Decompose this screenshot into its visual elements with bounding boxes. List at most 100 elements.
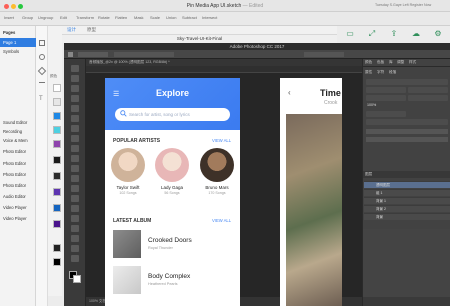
layer-item[interactable]: Photo Editor (0, 147, 36, 156)
album-cover[interactable] (113, 230, 141, 258)
text-tool-icon[interactable]: T (39, 96, 43, 102)
zoom-icon[interactable] (71, 255, 79, 262)
move-icon[interactable] (71, 65, 79, 72)
swatch[interactable] (53, 220, 61, 228)
swatch[interactable] (53, 112, 61, 120)
panel-tab-paragraph[interactable]: 段落 (389, 69, 396, 76)
oval-tool-icon[interactable] (39, 54, 45, 60)
swatch[interactable] (53, 98, 61, 106)
panel-tab-properties[interactable]: 属性 (365, 69, 372, 76)
layer-item[interactable]: Photo Editor (0, 159, 36, 168)
leading-field[interactable] (408, 87, 448, 93)
panel-tab-libraries[interactable]: 库 (389, 59, 393, 66)
move-tool-icon[interactable] (68, 52, 73, 57)
history-brush-icon[interactable] (71, 155, 79, 162)
toolbar-scale[interactable]: Scale (150, 15, 160, 20)
layer-item[interactable]: Sound Editor (0, 118, 36, 127)
panel-tab-swatches[interactable]: 色板 (377, 59, 384, 66)
toolbar-insert[interactable]: Insert (4, 15, 14, 20)
close-button[interactable] (4, 4, 9, 9)
type-icon[interactable] (71, 215, 79, 222)
rectangle-tool-icon[interactable] (39, 40, 45, 46)
swatch[interactable] (53, 188, 61, 196)
crop-icon[interactable] (71, 105, 79, 112)
transform-controls[interactable] (114, 52, 174, 57)
healing-icon[interactable] (71, 125, 79, 132)
mode-3d[interactable] (304, 52, 344, 57)
type-style-buttons[interactable] (366, 129, 448, 134)
export-icon[interactable]: ⇪ (389, 29, 399, 39)
back-chevron-icon[interactable]: ‹ (288, 88, 291, 97)
toolbar-rotate[interactable]: Rotate (98, 15, 110, 20)
auto-select-toggle[interactable] (78, 52, 108, 57)
blur-icon[interactable] (71, 185, 79, 192)
marquee-icon[interactable] (71, 75, 79, 82)
toolbar-ungroup[interactable]: Ungroup (38, 15, 53, 20)
baseline-field[interactable] (366, 111, 406, 117)
panel-tab-adjustments[interactable]: 调整 (397, 59, 404, 66)
eyedropper-icon[interactable] (71, 115, 79, 122)
opentype-buttons[interactable] (366, 137, 448, 142)
color-field[interactable] (366, 119, 448, 125)
gradient-icon[interactable] (71, 175, 79, 182)
layer-item[interactable]: Photo Editor (0, 170, 36, 179)
brush-icon[interactable] (71, 135, 79, 142)
layer-item[interactable]: Video Player (0, 214, 36, 223)
layer-item[interactable]: Video Player (0, 203, 36, 212)
layer-item[interactable]: Photo Editor (0, 181, 36, 190)
tab-prototype[interactable]: 原型 (87, 27, 96, 33)
panel-tab-layers[interactable]: 图层 (365, 171, 372, 178)
mirror-icon[interactable]: ▭ (345, 29, 355, 39)
toolbar-flatten[interactable]: Flatten (115, 15, 127, 20)
panel-tab-character[interactable]: 字符 (377, 69, 384, 76)
font-family-field[interactable] (366, 79, 448, 85)
toolbar-subtract[interactable]: Subtract (182, 15, 197, 20)
artist-card[interactable]: Taylor Swift 102 Songs (109, 148, 147, 195)
swatch[interactable] (53, 204, 61, 212)
toolbar-mask[interactable]: Mask (134, 15, 144, 20)
swatch[interactable] (53, 258, 61, 266)
document-tab[interactable]: 音频播放_@2x @ 100% (透明图层 123, RGB/8#) * (86, 59, 362, 66)
zoom-button[interactable] (18, 4, 23, 9)
swatch[interactable] (53, 244, 61, 252)
layer-row[interactable]: 背景 (364, 213, 450, 220)
layer-row[interactable]: 透明图层 (364, 181, 450, 188)
page-item-symbols[interactable]: Symbols (0, 47, 36, 56)
shape-icon[interactable] (71, 235, 79, 242)
panel-tab-styles[interactable]: 样式 (409, 59, 416, 66)
toolbar-union[interactable]: Union (166, 15, 176, 20)
tab-design[interactable]: 设计 (67, 27, 76, 33)
album-name[interactable]: Crooked Doors (148, 237, 192, 244)
tracking-field[interactable] (366, 95, 406, 101)
stamp-icon[interactable] (71, 145, 79, 152)
search-input[interactable]: Search for artist, song or lyrics (115, 108, 230, 121)
swatch[interactable] (53, 84, 61, 92)
layer-row[interactable]: 背景 2 (364, 205, 450, 212)
path-select-icon[interactable] (71, 225, 79, 232)
lasso-icon[interactable] (71, 85, 79, 92)
swatch[interactable] (53, 156, 61, 164)
page-item-1[interactable]: Page 1 (0, 38, 36, 47)
kerning-field[interactable] (408, 95, 448, 101)
toolbar-group[interactable]: Group (22, 15, 33, 20)
shape-tool-icon[interactable] (37, 66, 47, 76)
swatch[interactable] (53, 126, 61, 134)
view-all-albums-link[interactable]: VIEW ALL (212, 218, 231, 223)
swatch[interactable] (53, 172, 61, 180)
layer-item[interactable]: Recording (0, 127, 36, 136)
album-cover[interactable] (113, 266, 141, 294)
view-all-artists-link[interactable]: VIEW ALL (212, 138, 231, 143)
hand-icon[interactable] (71, 245, 79, 252)
dodge-icon[interactable] (71, 195, 79, 202)
artist-card[interactable]: Bruno Mars 170 Songs (198, 148, 236, 195)
album-name[interactable]: Body Complex (148, 273, 190, 280)
minimize-button[interactable] (11, 4, 16, 9)
layer-row[interactable]: 组 1 (364, 189, 450, 196)
pen-icon[interactable] (71, 205, 79, 212)
artist-card[interactable]: Lady Gaga 56 Songs (153, 148, 191, 195)
layer-item[interactable]: Audio Editor (0, 192, 36, 201)
eraser-icon[interactable] (71, 165, 79, 172)
panel-tab-color[interactable]: 颜色 (365, 59, 372, 66)
magic-wand-icon[interactable] (71, 95, 79, 102)
fullscreen-icon[interactable]: ⤢ (367, 29, 377, 39)
